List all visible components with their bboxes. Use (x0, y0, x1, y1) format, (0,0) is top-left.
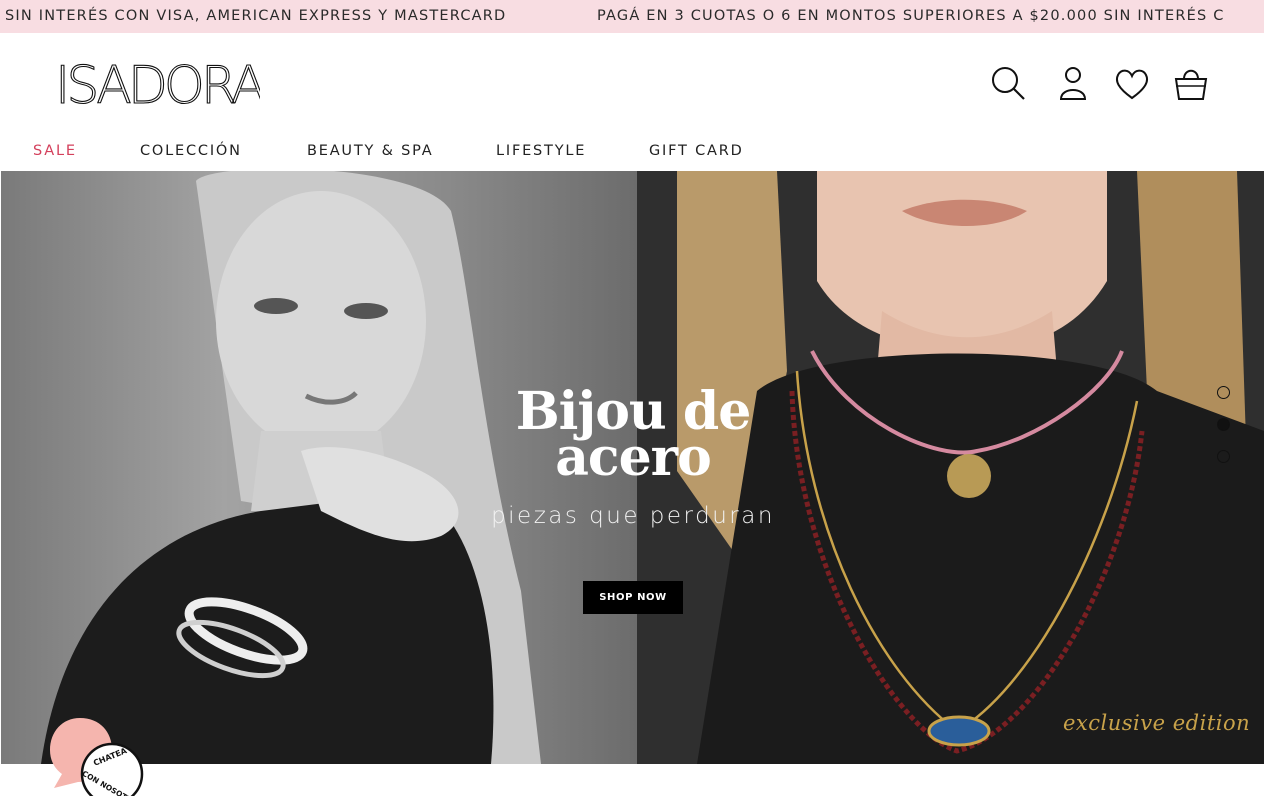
brand-logo[interactable]: ISADORA (54, 55, 269, 116)
promo-bar: SIN INTERÉS CON VISA, AMERICAN EXPRESS Y… (0, 0, 1264, 33)
hero-image-left (1, 171, 638, 764)
promo-text: SIN INTERÉS CON VISA, AMERICAN EXPRESS Y… (5, 8, 507, 24)
nav-item-coleccion[interactable]: COLECCIÓN (140, 143, 242, 159)
search-icon[interactable] (988, 63, 1028, 103)
logo-wordmark: ISADORA (55, 59, 260, 109)
carousel-dot[interactable] (1217, 450, 1230, 463)
nav-item-lifestyle[interactable]: LIFESTYLE (496, 143, 586, 159)
carousel-dot[interactable] (1217, 386, 1230, 399)
main-nav: SALE COLECCIÓN BEAUTY & SPA LIFESTYLE GI… (0, 133, 1264, 171)
account-icon[interactable] (1053, 63, 1093, 103)
nav-item-sale[interactable]: SALE (33, 143, 77, 159)
site-header: ISADORA (0, 33, 1264, 133)
promo-text: PAGÁ EN 3 CUOTAS O 6 EN MONTOS SUPERIORE… (597, 8, 1225, 24)
nav-item-beauty-spa[interactable]: BEAUTY & SPA (307, 143, 433, 159)
carousel-dot-active[interactable] (1217, 418, 1230, 431)
shop-now-button[interactable]: SHOP NOW (583, 581, 683, 614)
nav-item-gift-card[interactable]: GIFT CARD (649, 143, 744, 159)
shopping-bag-icon[interactable] (1171, 63, 1211, 103)
chat-widget-button[interactable]: CHATEA CON NOSOTROS (50, 718, 150, 801)
wishlist-heart-icon[interactable] (1112, 63, 1152, 103)
hero-image-right (637, 171, 1264, 764)
hero-banner[interactable]: Bijou de acero piezas que perduran SHOP … (1, 171, 1264, 764)
